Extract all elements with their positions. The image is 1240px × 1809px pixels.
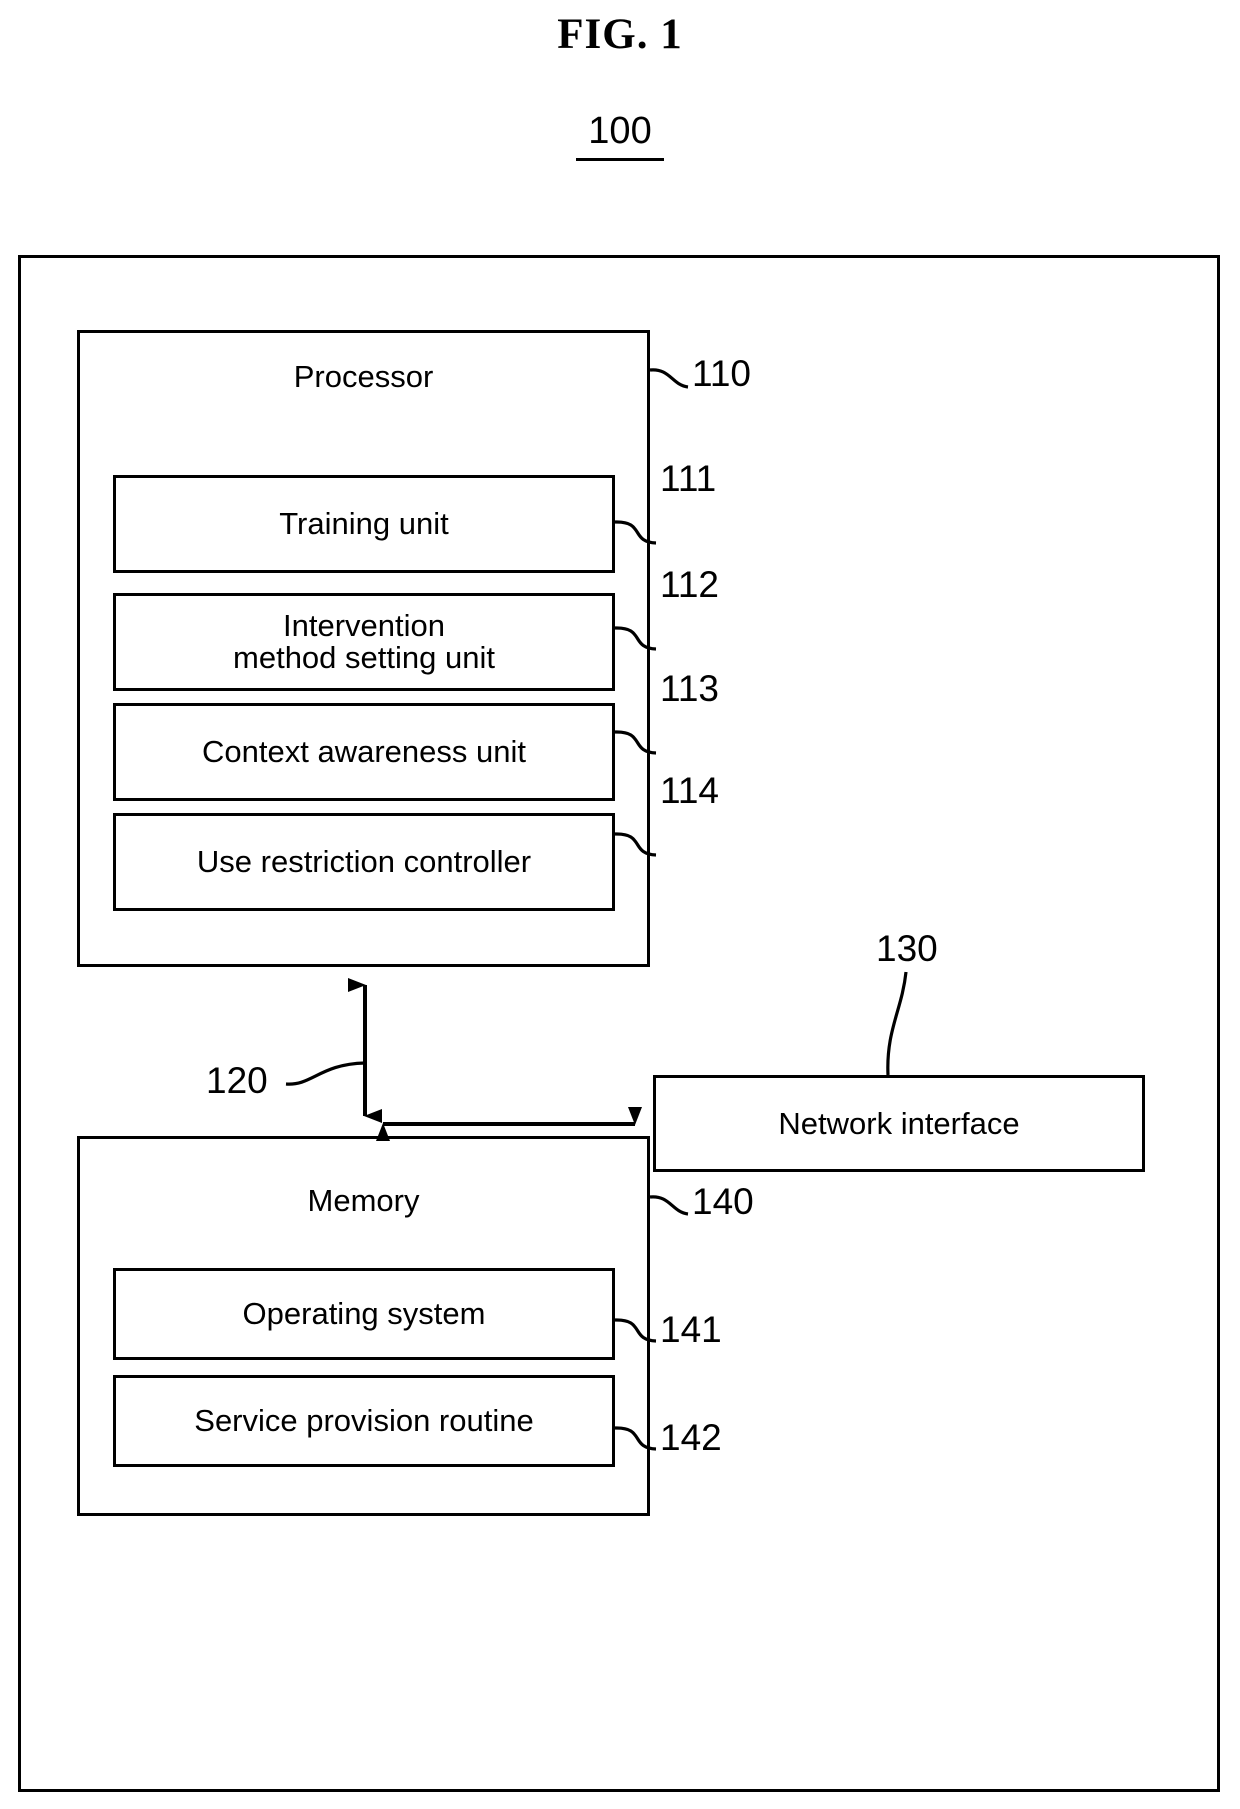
ref-numeral-111: 111 (660, 458, 717, 499)
training-unit-label: Training unit (279, 505, 449, 541)
ref-numeral-140: 140 (692, 1181, 754, 1222)
memory-label: Memory (307, 1183, 420, 1218)
processor-label: Processor (293, 359, 434, 394)
ref-numeral-110: 110 (692, 353, 751, 394)
use-restriction-controller-label: Use restriction controller (196, 843, 532, 879)
service-provision-routine-label: Service provision routine (194, 1402, 534, 1438)
operating-system-label: Operating system (242, 1295, 486, 1331)
ref-numeral-142: 142 (660, 1417, 722, 1458)
use-restriction-controller-block: Use restriction controller (113, 813, 615, 911)
training-unit-block: Training unit (113, 475, 615, 573)
figure-title: FIG. 1 (557, 11, 683, 58)
ref-numeral-113: 113 (660, 668, 719, 709)
ref-numeral-114: 114 (660, 770, 719, 811)
ref-numeral-112: 112 (660, 564, 719, 605)
network-interface-block: Network interface (653, 1075, 1145, 1172)
intervention-method-setting-unit-label: Intervention method setting unit (233, 607, 495, 675)
ref-numeral-130: 130 (876, 928, 938, 969)
ref-numeral-141: 141 (660, 1309, 722, 1350)
ref-numeral-120: 120 (206, 1060, 268, 1101)
figure-reference-number: 100 (0, 110, 1240, 161)
intervention-method-setting-unit-block: Intervention method setting unit (113, 593, 615, 691)
operating-system-block: Operating system (113, 1268, 615, 1360)
context-awareness-unit-block: Context awareness unit (113, 703, 615, 801)
figure-root: FIG. 1 100 Processor Training unit Inter… (0, 0, 1240, 1809)
context-awareness-unit-label: Context awareness unit (202, 733, 526, 769)
figure-reference-number-value: 100 (576, 111, 664, 161)
network-interface-label: Network interface (778, 1105, 1020, 1141)
service-provision-routine-block: Service provision routine (113, 1375, 615, 1467)
